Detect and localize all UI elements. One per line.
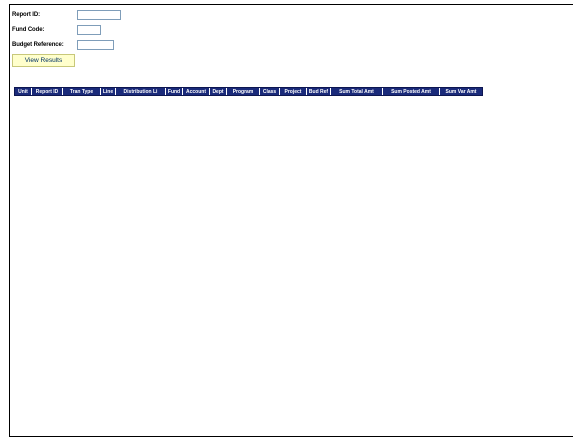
column-header-program[interactable]: Program	[227, 88, 260, 95]
report-id-label: Report ID:	[12, 12, 40, 18]
column-header-project[interactable]: Project	[280, 88, 307, 95]
view-results-button[interactable]: View Results	[12, 54, 75, 67]
column-header-account[interactable]: Account	[183, 88, 210, 95]
budget-reference-label: Budget Reference:	[12, 42, 64, 48]
fund-code-row: Fund Code:	[12, 27, 44, 33]
report-id-input[interactable]	[77, 10, 121, 20]
column-header-sum-total-amt[interactable]: Sum Total Amt	[331, 88, 383, 95]
column-header-distribution-li[interactable]: Distribution Li	[116, 88, 166, 95]
fund-code-label: Fund Code:	[12, 27, 45, 33]
column-header-bud-ref[interactable]: Bud Ref	[307, 88, 331, 95]
column-header-dept[interactable]: Dept	[210, 88, 227, 95]
column-header-fund[interactable]: Fund	[166, 88, 183, 95]
budget-reference-row: Budget Reference:	[12, 42, 64, 48]
page-frame	[9, 4, 573, 437]
column-header-sum-var-amt[interactable]: Sum Var Amt	[440, 88, 482, 95]
budget-reference-input[interactable]	[77, 40, 114, 50]
column-header-line[interactable]: Line	[101, 88, 116, 95]
column-header-tran-type[interactable]: Tran Type	[63, 88, 101, 95]
report-id-row: Report ID:	[12, 12, 40, 18]
column-header-unit[interactable]: Unit	[15, 88, 32, 95]
results-grid-header: Unit Report ID Tran Type Line Distribution L…	[14, 87, 483, 96]
column-header-sum-posted-amt[interactable]: Sum Posted Amt	[383, 88, 440, 95]
column-header-report-id[interactable]: Report ID	[32, 88, 63, 95]
column-header-class[interactable]: Class	[260, 88, 280, 95]
fund-code-input[interactable]	[77, 25, 101, 35]
